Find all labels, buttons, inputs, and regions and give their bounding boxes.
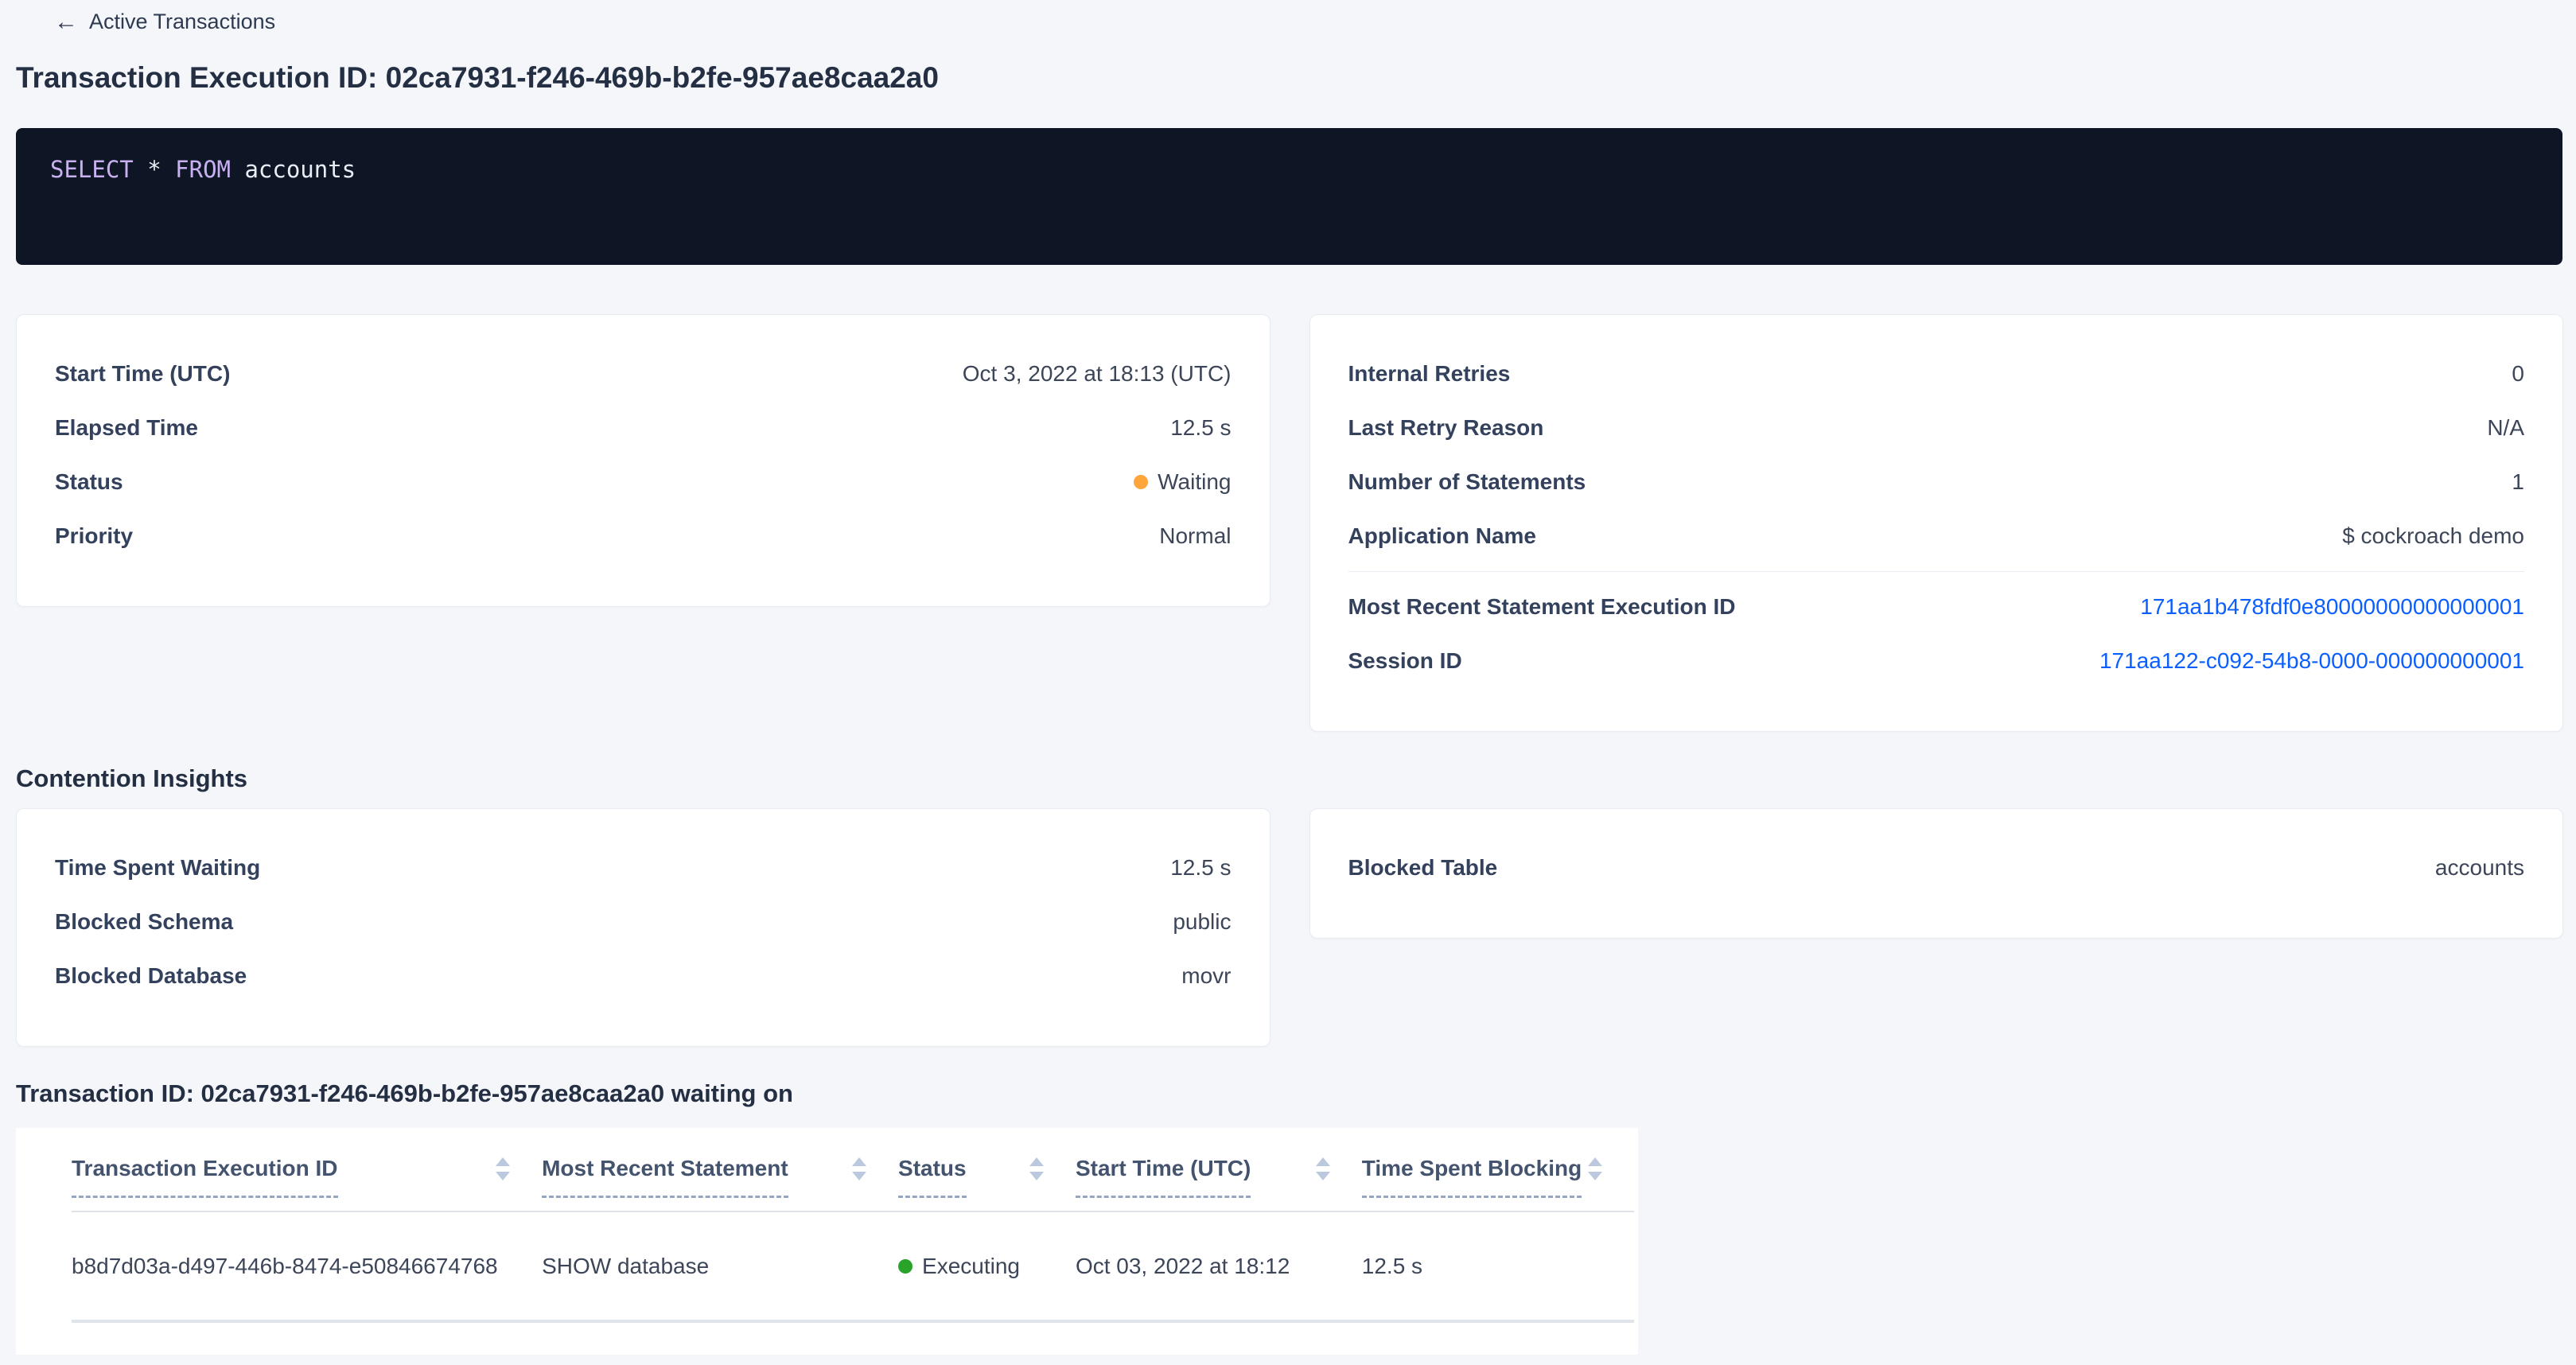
card-divider: [1348, 571, 2525, 572]
info-label: Most Recent Statement Execution ID: [1348, 594, 1736, 620]
info-value: 12.5 s: [1170, 415, 1231, 441]
transaction-summary-cards: Start Time (UTC) Oct 3, 2022 at 18:13 (U…: [16, 314, 2563, 732]
info-value: Normal: [1159, 523, 1231, 549]
sql-keyword: FROM: [175, 156, 231, 183]
page-title: Transaction Execution ID: 02ca7931-f246-…: [16, 60, 2576, 96]
waiting-on-table: Transaction Execution ID Most Recent Sta…: [72, 1134, 1634, 1323]
info-label: Elapsed Time: [55, 415, 198, 441]
column-label: Time Spent Blocking: [1362, 1155, 1582, 1182]
column-label: Start Time (UTC): [1076, 1155, 1251, 1182]
column-header-transaction-execution-id[interactable]: Transaction Execution ID: [72, 1134, 542, 1211]
column-label: Status: [898, 1155, 967, 1182]
column-label: Transaction Execution ID: [72, 1155, 338, 1182]
info-value: 1: [2512, 469, 2524, 495]
back-link-label: Active Transactions: [89, 10, 275, 34]
info-value: $ cockroach demo: [2342, 523, 2524, 549]
cell-start-time: Oct 03, 2022 at 18:12: [1076, 1211, 1362, 1321]
contention-insights-heading: Contention Insights: [16, 764, 2576, 794]
column-header-start-time[interactable]: Start Time (UTC): [1076, 1134, 1362, 1211]
info-value: Oct 3, 2022 at 18:13 (UTC): [963, 361, 1232, 387]
application-name-row: Application Name $ cockroach demo: [1348, 509, 2525, 563]
blocked-table-card: Blocked Table accounts: [1309, 808, 2564, 939]
back-arrow-icon: ←: [54, 10, 78, 34]
sort-icon: [1029, 1157, 1044, 1180]
cell-most-recent-statement: SHOW database: [542, 1211, 898, 1321]
blocked-table-row: Blocked Table accounts: [1348, 841, 2525, 895]
status-badge: Waiting: [1134, 469, 1231, 495]
status-row: Status Waiting: [55, 455, 1232, 509]
info-value: N/A: [2487, 415, 2524, 441]
statement-execution-id-row: Most Recent Statement Execution ID 171aa…: [1348, 580, 2525, 634]
cell-status: Executing: [898, 1211, 1076, 1321]
info-value: movr: [1181, 963, 1231, 989]
details-card: Internal Retries 0 Last Retry Reason N/A…: [1309, 314, 2564, 732]
sort-icon: [852, 1157, 866, 1180]
time-spent-waiting-row: Time Spent Waiting 12.5 s: [55, 841, 1232, 895]
sql-text: *: [134, 156, 175, 183]
priority-row: Priority Normal: [55, 509, 1232, 563]
sort-icon: [1588, 1157, 1602, 1180]
start-time-row: Start Time (UTC) Oct 3, 2022 at 18:13 (U…: [55, 347, 1232, 401]
waiting-status-dot: [1134, 475, 1148, 489]
info-value: 12.5 s: [1170, 855, 1231, 881]
table-row: b8d7d03a-d497-446b-8474-e50846674768 SHO…: [72, 1211, 1634, 1321]
info-label: Start Time (UTC): [55, 361, 230, 387]
info-value: public: [1173, 909, 1231, 935]
last-retry-reason-row: Last Retry Reason N/A: [1348, 401, 2525, 455]
waiting-on-heading: Transaction ID: 02ca7931-f246-469b-b2fe-…: [16, 1079, 2576, 1109]
sql-keyword: SELECT: [50, 156, 134, 183]
info-label: Blocked Schema: [55, 909, 233, 935]
executing-status-dot: [898, 1259, 912, 1274]
info-label: Internal Retries: [1348, 361, 1511, 387]
elapsed-time-row: Elapsed Time 12.5 s: [55, 401, 1232, 455]
info-label: Last Retry Reason: [1348, 415, 1544, 441]
info-value: 0: [2512, 361, 2524, 387]
info-value: accounts: [2435, 855, 2524, 881]
blocked-schema-row: Blocked Schema public: [55, 895, 1232, 949]
column-header-most-recent-statement[interactable]: Most Recent Statement: [542, 1134, 898, 1211]
info-label: Blocked Table: [1348, 855, 1498, 881]
back-link[interactable]: ← Active Transactions: [0, 0, 275, 34]
waiting-on-table-card: Transaction Execution ID Most Recent Sta…: [16, 1128, 1638, 1355]
overview-card: Start Time (UTC) Oct 3, 2022 at 18:13 (U…: [16, 314, 1270, 607]
cell-transaction-execution-id: b8d7d03a-d497-446b-8474-e50846674768: [72, 1211, 542, 1321]
number-of-statements-row: Number of Statements 1: [1348, 455, 2525, 509]
info-label: Application Name: [1348, 523, 1536, 549]
sort-icon: [1316, 1157, 1330, 1180]
column-label: Most Recent Statement: [542, 1155, 788, 1182]
info-label: Time Spent Waiting: [55, 855, 260, 881]
info-label: Priority: [55, 523, 133, 549]
info-label: Session ID: [1348, 648, 1462, 674]
session-id-row: Session ID 171aa122-c092-54b8-0000-00000…: [1348, 634, 2525, 688]
status-badge: Executing: [898, 1254, 1020, 1279]
info-label: Number of Statements: [1348, 469, 1586, 495]
contention-waiting-card: Time Spent Waiting 12.5 s Blocked Schema…: [16, 808, 1270, 1047]
column-header-time-spent-blocking[interactable]: Time Spent Blocking: [1362, 1134, 1634, 1211]
internal-retries-row: Internal Retries 0: [1348, 347, 2525, 401]
sql-text: accounts: [231, 156, 356, 183]
contention-insights-cards: Time Spent Waiting 12.5 s Blocked Schema…: [16, 808, 2563, 1047]
column-header-status[interactable]: Status: [898, 1134, 1076, 1211]
session-id-link[interactable]: 171aa122-c092-54b8-0000-000000000001: [2099, 648, 2524, 674]
statement-execution-id-link[interactable]: 171aa1b478fdf0e80000000000000001: [2140, 594, 2524, 620]
cell-time-spent-blocking: 12.5 s: [1362, 1211, 1634, 1321]
status-text: Executing: [922, 1254, 1020, 1279]
sort-icon: [496, 1157, 510, 1180]
sql-statement-box: SELECT * FROM accounts: [16, 128, 2562, 265]
info-label: Status: [55, 469, 123, 495]
table-header-row: Transaction Execution ID Most Recent Sta…: [72, 1134, 1634, 1211]
status-text: Waiting: [1158, 469, 1231, 495]
info-label: Blocked Database: [55, 963, 247, 989]
blocked-database-row: Blocked Database movr: [55, 949, 1232, 1003]
